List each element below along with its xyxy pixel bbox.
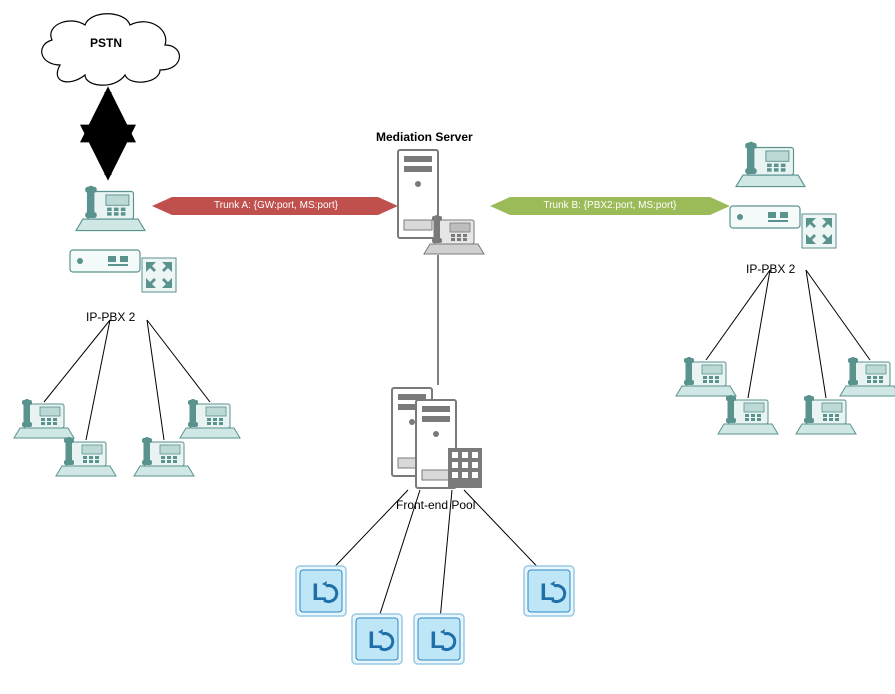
mediation-server: [398, 150, 484, 254]
frontend-label: Front-end Pool: [396, 498, 475, 512]
trunk-b-label: Trunk B: {PBX2:port, MS:port}: [518, 200, 702, 211]
lync-clients: [296, 566, 574, 664]
ippbx-right: [730, 142, 836, 248]
right-phone-group: [676, 357, 895, 434]
ippbx-left-label: IP-PBX 2: [86, 310, 135, 324]
ippbx-left: [70, 186, 176, 292]
mediation-label: Mediation Server: [376, 130, 473, 144]
links-right-phones: [706, 270, 870, 398]
left-phone-group: [14, 399, 240, 476]
trunk-a-label: Trunk A: {GW:port, MS:port}: [188, 200, 364, 211]
topology-diagram: L: [0, 0, 895, 694]
links-left-phones: [44, 320, 210, 440]
pstn-label: PSTN: [90, 36, 122, 50]
ippbx-right-label: IP-PBX 2: [746, 262, 795, 276]
frontend-pool: [392, 388, 482, 488]
